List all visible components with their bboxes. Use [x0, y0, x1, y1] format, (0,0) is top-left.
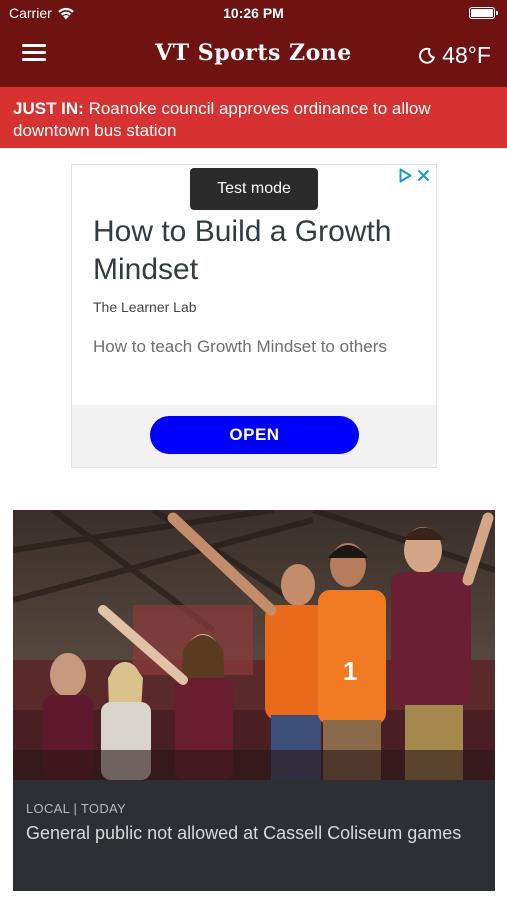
test-mode-badge: Test mode	[190, 168, 318, 210]
ad-headline[interactable]: How to Build a Growth Mindset	[93, 213, 423, 289]
story-card[interactable]: 1 LOCAL | TODAY General public not allow…	[13, 510, 495, 891]
adchoices-icon[interactable]	[398, 168, 413, 183]
temperature: 48°F	[442, 42, 491, 68]
fans-cheering-photo: 1	[13, 510, 495, 780]
moon-icon	[419, 47, 435, 64]
story-photo[interactable]: 1	[13, 510, 495, 780]
ad-advertiser: The Learner Lab	[93, 299, 197, 315]
breaking-news-banner[interactable]: JUST IN: Roanoke council approves ordina…	[0, 87, 507, 148]
app-header: VT Sports Zone 48°F	[0, 26, 507, 87]
story-title[interactable]: General public not allowed at Cassell Co…	[26, 821, 466, 845]
breaking-news-label: JUST IN:	[13, 99, 84, 118]
weather-widget[interactable]: 48°F	[418, 42, 491, 69]
ad-footer: OPEN	[72, 405, 436, 467]
ad-choices[interactable]	[398, 168, 430, 183]
status-bar: Carrier 10:26 PM	[0, 0, 507, 26]
ad-body: How to teach Growth Mindset to others	[93, 337, 387, 356]
open-button[interactable]: OPEN	[150, 416, 359, 454]
status-time: 10:26 PM	[223, 5, 284, 21]
battery-icon	[469, 7, 498, 19]
svg-text:1: 1	[343, 656, 357, 686]
story-meta: LOCAL | TODAY	[26, 801, 126, 816]
close-icon[interactable]	[417, 169, 430, 182]
top-bar: Carrier 10:26 PM VT Sports Zone 48°F	[0, 0, 507, 87]
